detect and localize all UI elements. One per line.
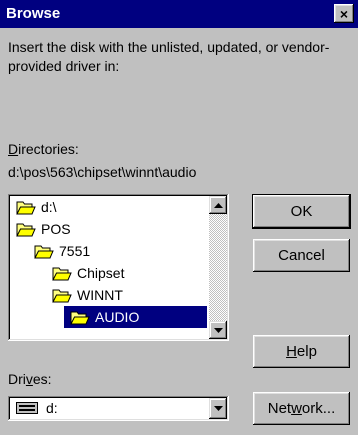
directory-item[interactable]: 7551 [34,240,90,262]
directory-item[interactable]: d:\ [16,196,57,218]
directory-item[interactable]: WINNT [52,284,123,306]
open-folder-icon [16,223,36,236]
network-button[interactable]: Net w ork... [253,392,350,425]
directory-scrollbar[interactable] [209,196,227,339]
directory-item-label: d:\ [41,199,57,215]
drive-icon [16,402,38,414]
cancel-button[interactable]: Cancel [253,239,350,272]
directory-item[interactable]: AUDIO [64,306,207,328]
open-folder-icon [34,245,54,258]
open-folder-icon [52,267,72,280]
window-title: Browse [6,5,61,22]
scroll-down-button[interactable] [209,321,227,339]
directory-item-label: POS [41,221,71,237]
directory-tree-items: d:\ POS 7551 Chipset WINNT AUDIO [10,196,207,339]
open-folder-icon [16,201,36,214]
help-button[interactable]: Help [253,335,350,368]
folder-icon [70,311,90,324]
directories-label: Directories: [8,141,79,157]
title-bar: Browse × [0,0,358,28]
ok-button[interactable]: OK [253,195,350,228]
directory-item-label: AUDIO [95,309,140,325]
open-folder-icon [52,289,72,302]
directory-item-label: Chipset [77,265,125,281]
directory-item[interactable]: POS [16,218,71,240]
instruction-text: Insert the disk with the unlisted, updat… [8,39,330,74]
up-arrow-icon [213,202,223,208]
drives-select[interactable]: d: [8,396,229,421]
directory-tree[interactable]: d:\ POS 7551 Chipset WINNT AUDIO [8,194,229,341]
chevron-down-icon [213,406,223,411]
drives-label: Drives: [8,371,52,387]
drive-value: d: [46,400,58,416]
current-path: d:\pos\563\chipset\winnt\audio [8,164,197,180]
directory-item-label: 7551 [59,243,91,259]
close-button[interactable]: × [334,4,354,23]
directory-item-label: WINNT [77,287,123,303]
browse-dialog: Browse × Insert the disk with the unlist… [0,0,358,435]
directory-item[interactable]: Chipset [52,262,124,284]
scroll-up-button[interactable] [209,196,227,214]
close-icon: × [339,5,349,22]
drives-dropdown-button[interactable] [209,398,227,419]
down-arrow-icon [213,327,223,333]
